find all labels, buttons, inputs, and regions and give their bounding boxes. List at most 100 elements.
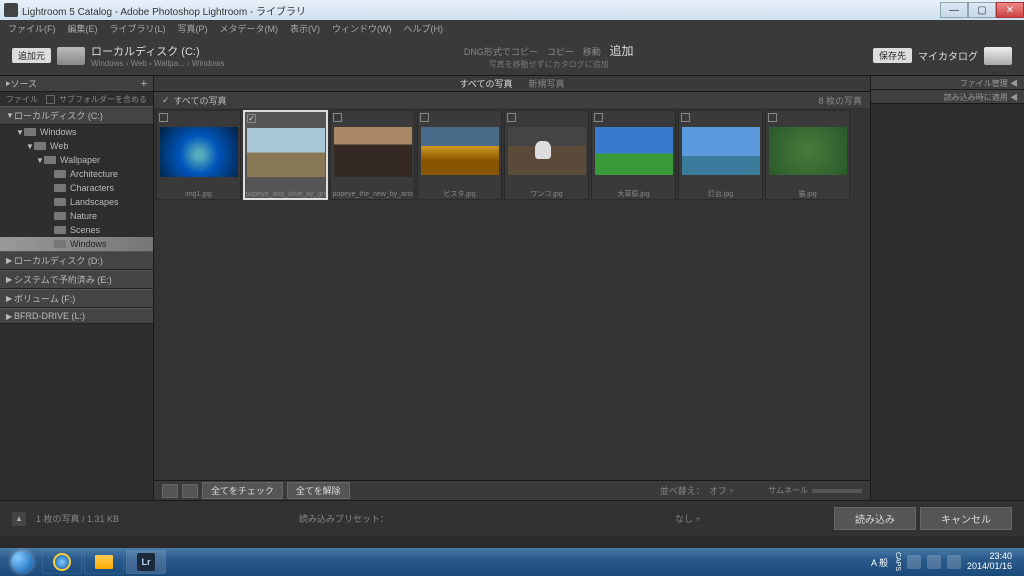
folder-item[interactable]: Windows	[0, 237, 153, 251]
folder-item[interactable]: ▼Web	[0, 139, 153, 153]
thumb-filename: 灯台.jpg	[708, 189, 733, 199]
hdd-icon	[57, 47, 85, 65]
drive-item[interactable]: ▶ボリューム (F:)	[0, 289, 153, 308]
thumbnail[interactable]: ワンコ.jpg	[504, 110, 589, 200]
folder-item[interactable]: ▼Wallpaper	[0, 153, 153, 167]
menu-item[interactable]: 表示(V)	[290, 22, 320, 35]
add-source-icon[interactable]: +	[141, 78, 147, 90]
tab-all-photos[interactable]: すべての写真	[451, 77, 520, 90]
window-title: Lightroom 5 Catalog - Adobe Photoshop Li…	[22, 3, 306, 18]
check-all-button[interactable]: 全てをチェック	[202, 482, 283, 499]
menu-bar: ファイル(F) 編集(E) ライブラリ(L) 写真(P) メタデータ(M) 表示(V) ウィ…	[0, 20, 1024, 36]
drive-item[interactable]: ▶BFRD-DRIVE (L:)	[0, 308, 153, 324]
copy-mode-tabs[interactable]: DNG形式でコピー コピー 移動 追加	[224, 42, 873, 59]
thumbnail[interactable]: 灯台.jpg	[678, 110, 763, 200]
source-drive[interactable]: ローカルディスク (C:)	[91, 43, 224, 59]
drive-item[interactable]: ▶ローカルディスク (D:)	[0, 251, 153, 270]
ime-status[interactable]: A 般	[871, 556, 888, 569]
selection-status: 1 枚の写真 / 1.31 KB	[36, 512, 119, 525]
menu-item[interactable]: 編集(E)	[68, 22, 98, 35]
thumbnail[interactable]: ビスタ.jpg	[417, 110, 502, 200]
thumb-checkbox[interactable]	[333, 113, 342, 122]
copy-mode-description: 写真を移動せずにカタログに追加	[224, 59, 873, 70]
drive-item[interactable]: ▼ローカルディスク (C:)	[0, 106, 153, 125]
tray-icon[interactable]	[907, 555, 921, 569]
thumbnail[interactable]: 猫.jpg	[765, 110, 850, 200]
tray-network-icon[interactable]	[927, 555, 941, 569]
import-button[interactable]: 読み込み	[834, 507, 916, 530]
tab-new-photos[interactable]: 新規写真	[521, 77, 573, 90]
start-button[interactable]	[4, 549, 40, 575]
file-handling-header[interactable]: ファイル管理 ◀	[871, 76, 1024, 90]
menu-item[interactable]: メタデータ(M)	[220, 22, 279, 35]
copy-mode-inactive[interactable]: DNG形式でコピー コピー 移動	[464, 47, 601, 57]
destination-sidebar: ファイル管理 ◀ 読み込み時に適用 ◀	[870, 76, 1024, 500]
drive-item[interactable]: ▶システムで予約済み (E:)	[0, 270, 153, 289]
caps-indicator: CAPS	[894, 552, 901, 571]
thumb-image	[595, 127, 673, 175]
import-header: 追加元 ローカルディスク (C:) Windows › Web › Wallpa…	[0, 36, 1024, 76]
thumb-filename: popeye_the_new_by_artistitop...	[333, 191, 413, 198]
source-panel-header[interactable]: ▸ ソース+	[0, 76, 153, 92]
import-footer: ▲ 1 枚の写真 / 1.31 KB 読み込みプリセット： なし ÷ 読み込み …	[0, 500, 1024, 536]
maximize-button[interactable]: ▢	[968, 2, 996, 18]
thumbnail[interactable]: 大草原.jpg	[591, 110, 676, 200]
menu-item[interactable]: ライブラリ(L)	[110, 22, 166, 35]
folder-item[interactable]: Landscapes	[0, 195, 153, 209]
folder-item[interactable]: Scenes	[0, 223, 153, 237]
thumbnail-slider[interactable]	[812, 489, 862, 493]
windows-taskbar: Lr A 般 CAPS 23:40 2014/01/16	[0, 548, 1024, 576]
sort-dropdown[interactable]: オフ ÷	[709, 484, 734, 497]
source-path: Windows › Web › Wallpa... › Windows	[91, 59, 224, 68]
select-all-label[interactable]: すべての写真	[174, 94, 227, 107]
grid-view-icon[interactable]	[162, 484, 178, 498]
taskbar-explorer[interactable]	[84, 550, 124, 574]
thumbnail-size-label: サムネール	[768, 485, 808, 496]
thumb-checkbox[interactable]	[594, 113, 603, 122]
folder-item[interactable]: Architecture	[0, 167, 153, 181]
include-subfolders-label: サブフォルダーを含める	[59, 94, 147, 105]
taskbar-lightroom[interactable]: Lr	[126, 550, 166, 574]
uncheck-all-button[interactable]: 全てを解除	[287, 482, 350, 499]
menu-item[interactable]: ウィンドウ(W)	[332, 22, 392, 35]
thumbnail-grid: img1.jpg ✓ popeye_and_olive_by_greedy.j...…	[154, 108, 870, 480]
thumb-image	[421, 127, 499, 175]
thumb-checkbox[interactable]	[159, 113, 168, 122]
menu-item[interactable]: ヘルプ(H)	[404, 22, 444, 35]
apply-during-import-header[interactable]: 読み込み時に適用 ◀	[871, 90, 1024, 104]
menu-item[interactable]: 写真(P)	[178, 22, 208, 35]
thumb-checkbox[interactable]	[507, 113, 516, 122]
folder-item[interactable]: Characters	[0, 181, 153, 195]
include-subfolders-checkbox[interactable]	[46, 95, 55, 104]
thumb-checkbox[interactable]	[768, 113, 777, 122]
app-icon	[4, 3, 18, 17]
thumbnail[interactable]: img1.jpg	[156, 110, 241, 200]
loupe-view-icon[interactable]	[182, 484, 198, 498]
window-titlebar: Lightroom 5 Catalog - Adobe Photoshop Li…	[0, 0, 1024, 20]
thumb-filename: popeye_and_olive_by_greedy.j...	[246, 191, 326, 198]
thumb-image	[508, 127, 586, 175]
folder-item[interactable]: Nature	[0, 209, 153, 223]
thumb-filename: ワンコ.jpg	[530, 189, 562, 199]
thumb-checkbox[interactable]	[420, 113, 429, 122]
menu-item[interactable]: ファイル(F)	[8, 22, 56, 35]
copy-mode-active[interactable]: 追加	[609, 44, 633, 58]
photo-count: 8 枚の写真	[818, 94, 862, 107]
sort-label: 並べ替え：	[660, 484, 705, 497]
thumb-checkbox[interactable]: ✓	[247, 114, 256, 123]
minimize-button[interactable]: —	[940, 2, 968, 18]
preview-area: すべての写真 新規写真 ✓ すべての写真 8 枚の写真 img1.jpg✓ pop…	[154, 76, 870, 500]
thumbnail[interactable]: popeye_the_new_by_artistitop...	[330, 110, 415, 200]
preset-dropdown[interactable]: なし ÷	[675, 512, 700, 525]
cancel-button[interactable]: キャンセル	[920, 507, 1012, 530]
close-button[interactable]: ✕	[996, 2, 1024, 18]
tray-volume-icon[interactable]	[947, 555, 961, 569]
folder-item[interactable]: ▼Windows	[0, 125, 153, 139]
thumbnail[interactable]: ✓ popeye_and_olive_by_greedy.j...	[243, 110, 328, 200]
taskbar-ie[interactable]	[42, 550, 82, 574]
thumb-checkbox[interactable]	[681, 113, 690, 122]
expand-footer-icon[interactable]: ▲	[12, 512, 26, 526]
thumb-filename: 猫.jpg	[798, 189, 816, 199]
dest-badge: 保存先	[873, 48, 912, 63]
system-clock[interactable]: 23:40 2014/01/16	[967, 552, 1012, 572]
